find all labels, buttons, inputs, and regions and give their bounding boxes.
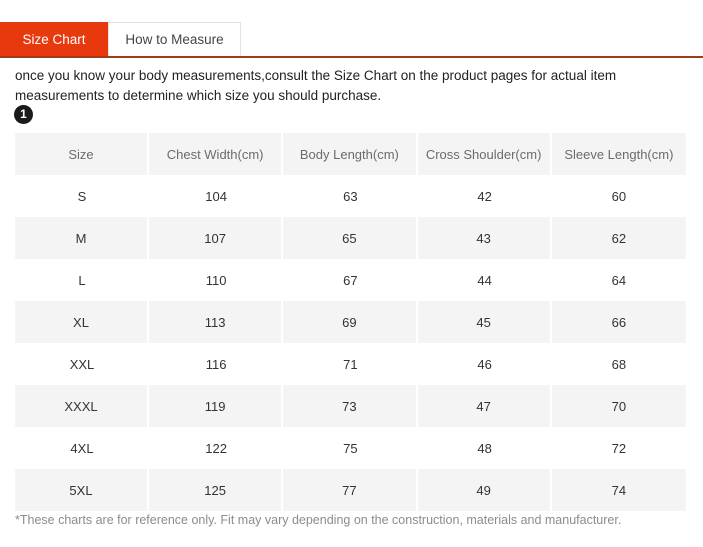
tab-bar-filler: [241, 22, 703, 56]
size-chart-table-head: Size Chest Width(cm) Body Length(cm) Cro…: [15, 133, 686, 175]
table-row: XXXL 119 73 47 70: [15, 385, 686, 427]
size-chart-table: Size Chest Width(cm) Body Length(cm) Cro…: [15, 133, 686, 511]
cell-sleeve-length: 64: [551, 259, 686, 301]
cell-body-length: 75: [283, 427, 418, 469]
cell-size: 4XL: [15, 427, 149, 469]
disclaimer-text: *These charts are for reference only. Fi…: [15, 513, 622, 527]
cell-cross-shoulder: 44: [417, 259, 552, 301]
table-row: S 104 63 42 60: [15, 175, 686, 217]
step-number-badge: 1: [14, 105, 33, 124]
table-row: L 110 67 44 64: [15, 259, 686, 301]
cell-chest-width: 125: [149, 469, 284, 511]
cell-chest-width: 116: [149, 343, 284, 385]
column-header-body-length: Body Length(cm): [283, 133, 418, 175]
cell-cross-shoulder: 42: [417, 175, 552, 217]
table-row: XL 113 69 45 66: [15, 301, 686, 343]
tab-size-chart[interactable]: Size Chart: [0, 22, 108, 56]
table-header-row: Size Chest Width(cm) Body Length(cm) Cro…: [15, 133, 686, 175]
column-header-chest-width: Chest Width(cm): [149, 133, 284, 175]
tab-size-chart-label: Size Chart: [22, 31, 86, 47]
cell-body-length: 77: [283, 469, 418, 511]
table-row: 5XL 125 77 49 74: [15, 469, 686, 511]
intro-paragraph: once you know your body measurements,con…: [15, 68, 617, 103]
column-header-cross-shoulder: Cross Shoulder(cm): [417, 133, 552, 175]
cell-cross-shoulder: 48: [417, 427, 552, 469]
cell-body-length: 63: [283, 175, 418, 217]
cell-size: 5XL: [15, 469, 149, 511]
cell-cross-shoulder: 46: [417, 343, 552, 385]
cell-sleeve-length: 66: [551, 301, 686, 343]
column-header-size: Size: [15, 133, 149, 175]
cell-cross-shoulder: 49: [417, 469, 552, 511]
cell-cross-shoulder: 43: [417, 217, 552, 259]
cell-body-length: 73: [283, 385, 418, 427]
tab-how-to-measure-label: How to Measure: [125, 32, 224, 47]
cell-chest-width: 122: [149, 427, 284, 469]
cell-size: XXL: [15, 343, 149, 385]
column-header-sleeve-length: Sleeve Length(cm): [551, 133, 686, 175]
cell-cross-shoulder: 45: [417, 301, 552, 343]
cell-sleeve-length: 74: [551, 469, 686, 511]
cell-chest-width: 113: [149, 301, 284, 343]
size-chart-table-body: S 104 63 42 60 M 107 65 43 62 L 110 67 4…: [15, 175, 686, 511]
tab-bar: Size Chart How to Measure: [0, 22, 703, 58]
cell-size: XXXL: [15, 385, 149, 427]
cell-size: L: [15, 259, 149, 301]
cell-sleeve-length: 70: [551, 385, 686, 427]
cell-size: XL: [15, 301, 149, 343]
cell-chest-width: 119: [149, 385, 284, 427]
tab-how-to-measure[interactable]: How to Measure: [108, 22, 241, 56]
cell-sleeve-length: 62: [551, 217, 686, 259]
cell-size: S: [15, 175, 149, 217]
cell-body-length: 71: [283, 343, 418, 385]
table-row: XXL 116 71 46 68: [15, 343, 686, 385]
cell-sleeve-length: 60: [551, 175, 686, 217]
cell-chest-width: 104: [149, 175, 284, 217]
cell-body-length: 65: [283, 217, 418, 259]
cell-chest-width: 110: [149, 259, 284, 301]
cell-sleeve-length: 68: [551, 343, 686, 385]
cell-body-length: 67: [283, 259, 418, 301]
cell-cross-shoulder: 47: [417, 385, 552, 427]
table-row: M 107 65 43 62: [15, 217, 686, 259]
cell-chest-width: 107: [149, 217, 284, 259]
cell-body-length: 69: [283, 301, 418, 343]
cell-sleeve-length: 72: [551, 427, 686, 469]
table-row: 4XL 122 75 48 72: [15, 427, 686, 469]
cell-size: M: [15, 217, 149, 259]
